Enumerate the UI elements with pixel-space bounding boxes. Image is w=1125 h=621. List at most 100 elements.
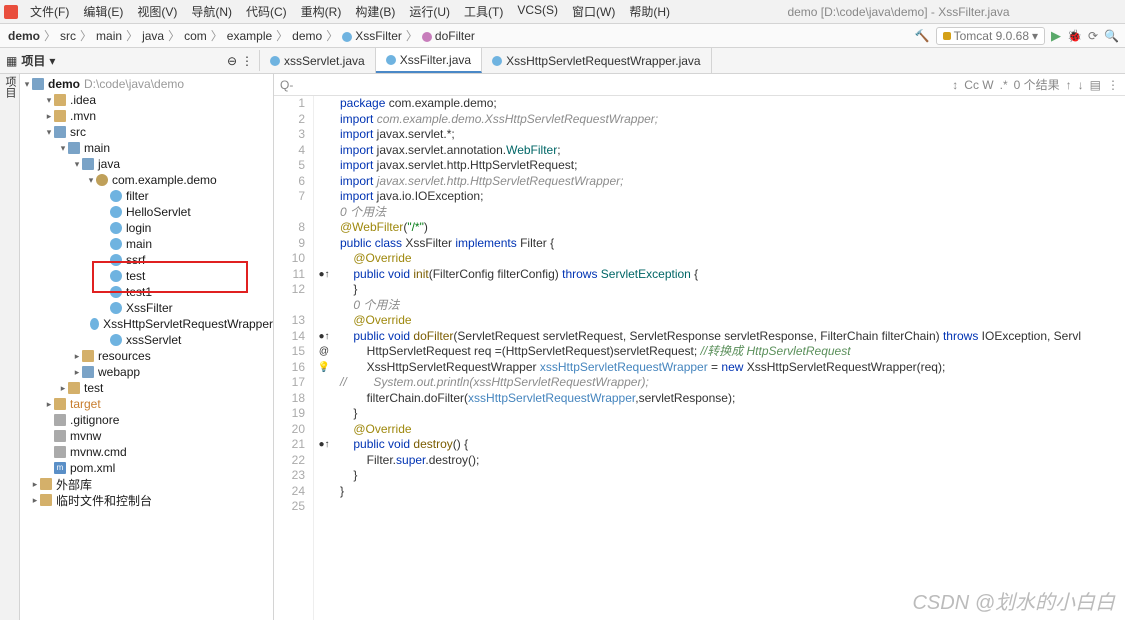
code-line[interactable]: 0 个用法 (340, 298, 1125, 314)
line-number[interactable]: 3 (274, 127, 305, 143)
line-number[interactable]: 9 (274, 236, 305, 252)
menu-item[interactable]: 导航(N) (185, 1, 238, 22)
gutter-marker[interactable] (314, 468, 334, 484)
editor-find-bar[interactable]: Q- ↕ Cc W .* 0 个结果 ↑ ↓ ▤ ⋮ (274, 74, 1125, 96)
gutter-marker[interactable] (314, 453, 334, 469)
gutter-marker[interactable] (314, 313, 334, 329)
line-number[interactable]: 21 (274, 437, 305, 453)
editor-tab[interactable]: xssServlet.java (260, 48, 376, 73)
menu-item[interactable]: 文件(F) (24, 1, 75, 22)
line-number[interactable]: 4 (274, 143, 305, 159)
line-number[interactable] (274, 298, 305, 314)
line-number[interactable]: 22 (274, 453, 305, 469)
line-number[interactable]: 11 (274, 267, 305, 283)
breadcrumb[interactable]: demo〉src〉main〉java〉com〉example〉demo〉XssF… (6, 27, 477, 44)
code-line[interactable]: public void destroy() { (340, 437, 1125, 453)
gutter-marker[interactable] (314, 298, 334, 314)
tree-arrow-icon[interactable]: ▾ (72, 159, 82, 170)
breadcrumb-part[interactable]: XssFilter (340, 29, 404, 43)
gutter-marker[interactable]: ●↑ (314, 267, 334, 283)
tree-item[interactable]: ▾.idea (20, 92, 273, 108)
line-number[interactable]: 14 (274, 329, 305, 345)
menu-item[interactable]: 运行(U) (403, 1, 456, 22)
tree-arrow-icon[interactable]: ▸ (72, 367, 82, 378)
code-line[interactable]: @Override (340, 251, 1125, 267)
gutter-marker[interactable] (314, 127, 334, 143)
breadcrumb-part[interactable]: demo (6, 29, 42, 43)
line-number[interactable] (274, 205, 305, 221)
debug-icon[interactable]: 🐞 (1067, 29, 1082, 43)
gutter-marker[interactable] (314, 189, 334, 205)
gutter-marker[interactable] (314, 484, 334, 500)
tree-item[interactable]: mvnw.cmd (20, 444, 273, 460)
tree-item[interactable]: xssServlet (20, 332, 273, 348)
gutter-marker[interactable]: ●↑ @ (314, 329, 334, 345)
tree-item[interactable]: ▸.mvn (20, 108, 273, 124)
regex-icon[interactable]: .* (1000, 78, 1008, 92)
menu-item[interactable]: 编辑(E) (77, 1, 129, 22)
code-line[interactable]: @WebFilter("/*") (340, 220, 1125, 236)
tree-arrow-icon[interactable]: ▾ (44, 95, 54, 106)
code-line[interactable]: // System.out.println(xssHttpServletRequ… (340, 375, 1125, 391)
line-number[interactable]: 20 (274, 422, 305, 438)
gutter-marker[interactable] (314, 406, 334, 422)
line-number[interactable]: 12 (274, 282, 305, 298)
tree-item[interactable]: ▸临时文件和控制台 (20, 492, 273, 508)
build-icon[interactable]: 🔨 (915, 29, 930, 43)
gutter-marker[interactable] (314, 174, 334, 190)
more-actions-icon[interactable]: ⟳ (1088, 29, 1098, 43)
tree-item[interactable]: ssrf (20, 252, 273, 268)
line-number[interactable]: 8 (274, 220, 305, 236)
run-config-select[interactable]: Tomcat 9.0.68 ▾ (936, 27, 1045, 45)
line-number[interactable]: 18 (274, 391, 305, 407)
line-number[interactable]: 25 (274, 499, 305, 515)
line-number[interactable]: 13 (274, 313, 305, 329)
breadcrumb-part[interactable]: demo (290, 29, 324, 43)
menu-item[interactable]: 视图(V) (131, 1, 183, 22)
breadcrumb-part[interactable]: java (140, 29, 166, 43)
line-number[interactable]: 24 (274, 484, 305, 500)
line-number[interactable]: 10 (274, 251, 305, 267)
gutter-marker[interactable] (314, 251, 334, 267)
code-line[interactable]: import javax.servlet.*; (340, 127, 1125, 143)
line-number[interactable]: 16 (274, 360, 305, 376)
prev-highlight-icon[interactable]: ↕ (952, 78, 958, 92)
editor-tab[interactable]: XssFilter.java (376, 48, 482, 73)
line-number[interactable]: 19 (274, 406, 305, 422)
tree-item[interactable]: ▸test (20, 380, 273, 396)
tree-item[interactable]: ▸target (20, 396, 273, 412)
editor-tab[interactable]: XssHttpServletRequestWrapper.java (482, 48, 712, 73)
line-number[interactable]: 5 (274, 158, 305, 174)
tree-arrow-icon[interactable]: ▸ (44, 399, 54, 410)
code-line[interactable]: import com.example.demo.XssHttpServletRe… (340, 112, 1125, 128)
gutter-marker[interactable] (314, 158, 334, 174)
line-gutter[interactable]: 1234567891011121314151617181920212223242… (274, 96, 314, 620)
tree-arrow-icon[interactable]: ▸ (30, 495, 40, 506)
tree-item[interactable]: ▸外部库 (20, 476, 273, 492)
line-number[interactable]: 23 (274, 468, 305, 484)
tree-item[interactable]: test (20, 268, 273, 284)
tree-arrow-icon[interactable]: ▸ (44, 111, 54, 122)
tree-item[interactable]: .gitignore (20, 412, 273, 428)
gutter-marker[interactable] (314, 96, 334, 112)
line-number[interactable]: 2 (274, 112, 305, 128)
code-line[interactable]: @Override (340, 313, 1125, 329)
project-tree[interactable]: ▾ demo D:\code\java\demo ▾.idea▸.mvn▾src… (20, 74, 274, 620)
code-line[interactable]: import javax.servlet.http.HttpServletReq… (340, 174, 1125, 190)
gutter-marker[interactable] (314, 499, 334, 515)
menu-item[interactable]: 窗口(W) (566, 1, 621, 22)
code-line[interactable]: import javax.servlet.http.HttpServletReq… (340, 158, 1125, 174)
chevron-down-icon[interactable]: ▾ (22, 79, 32, 90)
gutter-marker[interactable] (314, 391, 334, 407)
code-line[interactable]: } (340, 484, 1125, 500)
code-area[interactable]: package com.example.demo;import com.exam… (334, 96, 1125, 620)
menu-item[interactable]: 帮助(H) (623, 1, 676, 22)
menu-item[interactable]: 构建(B) (349, 1, 401, 22)
menu-item[interactable]: 工具(T) (458, 1, 509, 22)
gutter-marker[interactable]: ●↑ (314, 437, 334, 453)
gutter-marker[interactable] (314, 422, 334, 438)
code-line[interactable]: Filter.super.destroy(); (340, 453, 1125, 469)
tree-arrow-icon[interactable]: ▾ (44, 127, 54, 138)
next-icon[interactable]: ↓ (1078, 78, 1084, 92)
code-line[interactable]: package com.example.demo; (340, 96, 1125, 112)
